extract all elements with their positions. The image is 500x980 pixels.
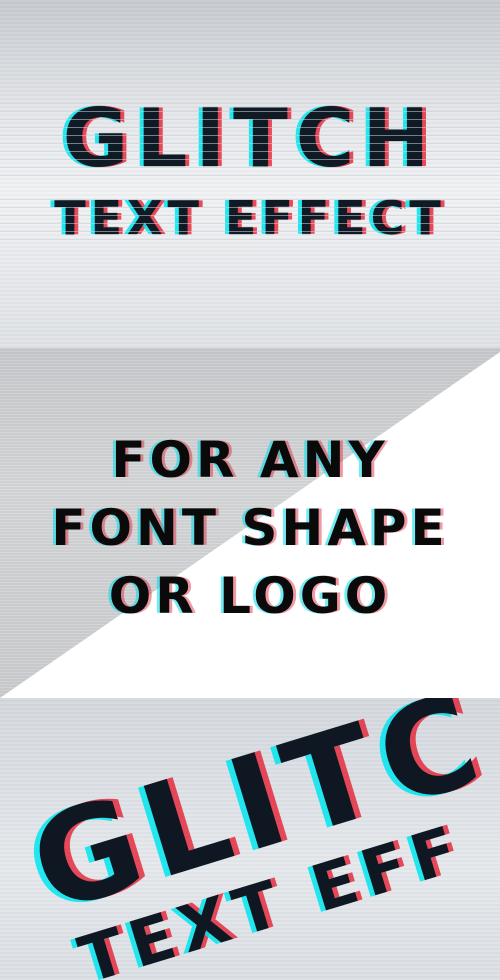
hero-panel: GLITCH TEXT EFFECT <box>0 0 500 348</box>
tilted-panel: GLITC TEXT EFF <box>0 698 500 980</box>
glitch-subtitle: TEXT EFFECT <box>0 192 500 244</box>
tagline-line-1: FOR ANY <box>111 431 389 489</box>
glitch-title: GLITCH <box>0 96 500 182</box>
tagline-panel: FOR ANY FONT SHAPE OR LOGO <box>0 348 500 698</box>
tagline-line-3: OR LOGO <box>108 567 392 625</box>
tilted-title-group: GLITC TEXT EFF <box>15 698 500 980</box>
tagline: FOR ANY FONT SHAPE OR LOGO <box>0 426 500 630</box>
tagline-line-2: FONT SHAPE <box>51 499 449 557</box>
